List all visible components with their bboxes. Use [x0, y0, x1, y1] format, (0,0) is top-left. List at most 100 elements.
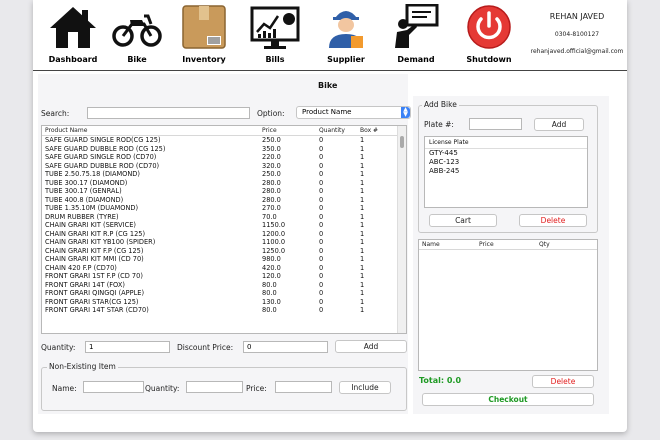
worker-icon [329, 11, 363, 48]
table-row[interactable]: TUBE 300.17 (GENRAL) 280.0 0 1 [42, 187, 406, 196]
discount-input[interactable]: 0 [243, 341, 328, 353]
table-cell: 1 [360, 229, 365, 238]
nav-shutdown[interactable]: Shutdown [458, 2, 520, 68]
table-row[interactable]: FRONT GRARI 14T (FOX) 80.0 0 1 [42, 281, 406, 290]
license-plate-item[interactable]: ABB-245 [425, 167, 587, 176]
col-box[interactable]: Box # [360, 127, 378, 134]
user-name: REHAN JAVED [549, 12, 605, 21]
table-row[interactable]: FRONT GRARI QINGQI (APPLE) 80.0 0 1 [42, 289, 406, 298]
table-row[interactable]: FRONT GRARI STAR(CG 125) 130.0 0 1 [42, 298, 406, 307]
table-row[interactable]: CHAIN GRARI KIT MMI (CD 70) 980.0 0 1 [42, 255, 406, 264]
product-table-scrollbar[interactable] [397, 126, 406, 333]
product-table-body: SAFE GUARD SINGLE ROD(CG 125) 250.0 0 1 SAFE… [42, 136, 406, 315]
table-cell: FRONT GRARI QINGQI (APPLE) [45, 289, 145, 297]
table-cell: SAFE GUARD SINGLE ROD (CD70) [45, 153, 157, 161]
table-row[interactable]: FRONT GRARI 1ST F.P (CD 70) 120.0 0 1 [42, 272, 406, 281]
non-existing-name-input[interactable] [83, 381, 144, 393]
table-cell: 0 [319, 238, 324, 246]
table-row[interactable]: FRONT GRARI 14T STAR (CD70) 80.0 0 1 [42, 306, 406, 315]
cart-table-header: Name Price Qty [419, 240, 597, 250]
license-plate-item[interactable]: GTY-445 [425, 149, 587, 158]
table-row[interactable]: CHAIN GRARI KIT (SERVICE) 1150.0 0 1 [42, 221, 406, 230]
license-plate-item[interactable]: ABC-123 [425, 158, 587, 167]
cart-col-name[interactable]: Name [422, 241, 440, 248]
plate-input[interactable] [469, 118, 522, 130]
table-row[interactable]: CHAIN 420 F.P (CD70) 420.0 0 1 [42, 264, 406, 273]
table-row[interactable]: CHAIN GRARI KIT F.P (CG 125) 1250.0 0 1 [42, 247, 406, 256]
option-select[interactable]: Product Name ▲ ▼ [296, 106, 411, 119]
table-cell: 1 [360, 246, 365, 255]
search-input[interactable] [87, 107, 250, 119]
table-cell: 1250.0 [262, 246, 286, 255]
table-cell: 80.0 [262, 280, 277, 289]
table-cell: 0 [319, 229, 324, 238]
nav-bike-label: Bike [127, 55, 147, 64]
include-button[interactable]: Include [339, 381, 391, 394]
nav-supplier[interactable]: Supplier [315, 2, 377, 68]
table-cell: 1 [360, 187, 365, 195]
table-cell: CHAIN GRARI KIT (SERVICE) [45, 221, 136, 229]
nav-bills-label: Bills [265, 55, 285, 64]
non-existing-price-input[interactable] [275, 381, 332, 393]
table-cell: 0 [319, 263, 324, 272]
table-row[interactable]: TUBE 2.50.75.18 (DIAMOND) 250.0 0 1 [42, 170, 406, 179]
nav-inventory[interactable]: Inventory [173, 2, 235, 68]
top-nav-bar: Dashboard Bike Inventory Bills Supplier … [33, 0, 627, 71]
non-existing-qty-input[interactable] [186, 381, 243, 393]
table-row[interactable]: CHAIN GRARI KIT YB100 (SPIDER) 1100.0 0 1 [42, 238, 406, 247]
col-price[interactable]: Price [262, 127, 277, 134]
plate-label: Plate #: [424, 120, 454, 129]
table-row[interactable]: SAFE GUARD DUBBLE ROD (CG 125) 350.0 0 1 [42, 145, 406, 154]
table-cell: CHAIN GRARI KIT R.P (CG 125) [45, 229, 146, 238]
cart-col-qty[interactable]: Qty [539, 241, 550, 248]
table-row[interactable]: CHAIN GRARI KIT R.P (CG 125) 1200.0 0 1 [42, 230, 406, 239]
col-product-name[interactable]: Product Name [45, 127, 87, 134]
table-cell: 0 [319, 153, 324, 161]
nav-bike[interactable]: Bike [106, 2, 168, 68]
nav-demand[interactable]: Demand [385, 2, 447, 68]
table-cell: SAFE GUARD SINGLE ROD(CG 125) [45, 136, 161, 144]
user-phone: 0304-8100127 [554, 31, 600, 38]
license-plate-items: GTY-445 ABC-123 ABB-245 [425, 149, 587, 176]
table-cell: TUBE 1.35.10M (DUAMOND) [45, 204, 139, 212]
chevron-updown-icon: ▲ ▼ [401, 107, 410, 118]
table-cell: 250.0 [262, 170, 281, 178]
quantity-input[interactable]: 1 [85, 341, 170, 353]
table-cell: 0 [319, 136, 324, 144]
table-row[interactable]: SAFE GUARD DUBBLE ROD (CD70) 320.0 0 1 [42, 162, 406, 171]
product-table-header: Product Name Price Quantity Box # [42, 126, 406, 136]
table-cell: TUBE 400.8 (DIAMOND) [45, 195, 124, 204]
cart-button[interactable]: Cart [429, 214, 497, 227]
table-cell: TUBE 2.50.75.18 (DIAMOND) [45, 170, 140, 178]
table-cell: 1 [360, 221, 365, 229]
table-row[interactable]: DRUM RUBBER (TYRE) 70.0 0 1 [42, 213, 406, 222]
delete-cart-button[interactable]: Delete [532, 375, 594, 388]
table-row[interactable]: SAFE GUARD SINGLE ROD (CD70) 220.0 0 1 [42, 153, 406, 162]
table-cell: CHAIN GRARI KIT F.P (CG 125) [45, 246, 144, 255]
add-bike-button[interactable]: Add [534, 118, 584, 131]
table-cell: 1 [360, 153, 365, 161]
table-row[interactable]: TUBE 1.35.10M (DUAMOND) 270.0 0 1 [42, 204, 406, 213]
scroll-thumb[interactable] [400, 136, 404, 148]
table-cell: 0 [319, 212, 324, 221]
table-row[interactable]: SAFE GUARD SINGLE ROD(CG 125) 250.0 0 1 [42, 136, 406, 145]
table-cell: TUBE 300.17 (DIAMOND) [45, 178, 128, 187]
delete-bike-button[interactable]: Delete [519, 214, 587, 227]
table-cell: 0 [319, 221, 324, 229]
nav-bills[interactable]: Bills [244, 2, 306, 68]
cart-col-price[interactable]: Price [479, 241, 494, 248]
table-cell: 320.0 [262, 161, 281, 170]
table-cell: 0 [319, 306, 324, 314]
add-item-button[interactable]: Add [335, 340, 407, 353]
table-row[interactable]: TUBE 400.8 (DIAMOND) 280.0 0 1 [42, 196, 406, 205]
chart-monitor-icon [250, 6, 300, 49]
checkout-button[interactable]: Checkout [422, 393, 594, 406]
table-cell: 1150.0 [262, 221, 286, 229]
table-row[interactable]: TUBE 300.17 (DIAMOND) 280.0 0 1 [42, 179, 406, 188]
product-table: Product Name Price Quantity Box # SAFE G… [41, 125, 407, 334]
nav-dashboard[interactable]: Dashboard [42, 2, 104, 68]
table-cell: 0 [319, 170, 324, 178]
discount-label: Discount Price: [177, 343, 234, 352]
nav-shutdown-label: Shutdown [466, 55, 512, 64]
col-quantity[interactable]: Quantity [319, 127, 345, 134]
